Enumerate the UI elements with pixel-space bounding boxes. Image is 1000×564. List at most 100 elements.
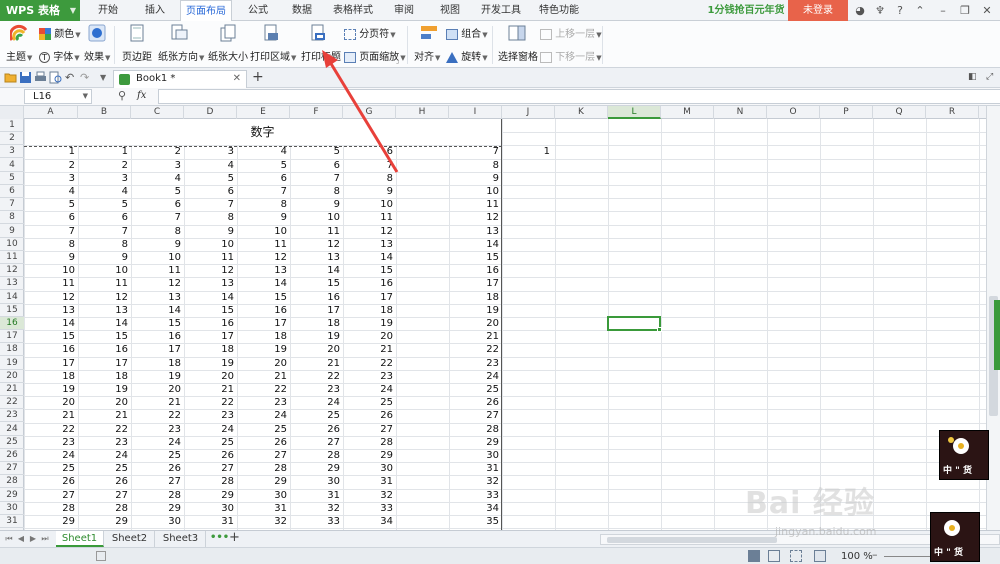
cell-a12[interactable]: 10 [24, 264, 78, 277]
cell-f9[interactable]: 11 [290, 225, 343, 238]
customize-toolbar-icon[interactable]: ▼ [100, 71, 113, 84]
cell-e25[interactable]: 26 [237, 436, 290, 449]
cell-b11[interactable]: 9 [78, 251, 131, 264]
cell-d10[interactable]: 10 [184, 238, 237, 251]
cell-f5[interactable]: 7 [290, 172, 343, 185]
cell-c16[interactable]: 15 [131, 317, 184, 330]
column-header-d[interactable]: D [184, 106, 237, 119]
row-header-26[interactable]: 26 [0, 449, 24, 462]
cell-f24[interactable]: 26 [290, 423, 343, 436]
cell-c25[interactable]: 24 [131, 436, 184, 449]
minimize-icon[interactable]: – [933, 0, 953, 21]
cell-a10[interactable]: 8 [24, 238, 78, 251]
cell-c3[interactable]: 2 [131, 145, 184, 158]
column-header-k[interactable]: K [555, 106, 608, 119]
cell-b18[interactable]: 16 [78, 343, 131, 356]
cell-e12[interactable]: 13 [237, 264, 290, 277]
cell-g25[interactable]: 28 [343, 436, 396, 449]
page-break-button[interactable]: 分页符▼ [344, 25, 396, 40]
select-all-corner[interactable] [0, 106, 24, 119]
theme-button[interactable]: 主题▼ [6, 48, 32, 63]
cell-b26[interactable]: 24 [78, 449, 131, 462]
cell-f29[interactable]: 31 [290, 489, 343, 502]
print-area-button[interactable]: 打印区域▼ [250, 48, 296, 63]
column-header-b[interactable]: B [78, 106, 131, 119]
row-header-4[interactable]: 4 [0, 159, 24, 172]
row-header-22[interactable]: 22 [0, 396, 24, 410]
cell-j3[interactable]: 1 [502, 145, 553, 158]
cell-a7[interactable]: 5 [24, 198, 78, 211]
tab-developer[interactable]: 开发工具 [476, 0, 526, 21]
cell-g23[interactable]: 26 [343, 409, 396, 422]
cell-e26[interactable]: 27 [237, 449, 290, 462]
cell-d6[interactable]: 6 [184, 185, 237, 198]
cell-c13[interactable]: 12 [131, 277, 184, 290]
cell-a20[interactable]: 18 [24, 370, 78, 383]
row-header-31[interactable]: 31 [0, 515, 24, 528]
cell-g10[interactable]: 13 [343, 238, 396, 251]
cell-a11[interactable]: 9 [24, 251, 78, 264]
zoom-search-icon[interactable]: ⚲ [118, 89, 126, 102]
cell-i14[interactable]: 18 [449, 291, 502, 304]
cell-b31[interactable]: 29 [78, 515, 131, 528]
column-header-a[interactable]: A [24, 106, 78, 119]
column-header-r[interactable]: R [926, 106, 979, 119]
cell-d3[interactable]: 3 [184, 145, 237, 158]
column-header-f[interactable]: F [290, 106, 343, 119]
row-header-30[interactable]: 30 [0, 502, 24, 515]
cell-c20[interactable]: 19 [131, 370, 184, 383]
horizontal-scroll-thumb[interactable] [607, 537, 777, 543]
cell-d20[interactable]: 20 [184, 370, 237, 383]
cell-i7[interactable]: 11 [449, 198, 502, 211]
cell-b24[interactable]: 22 [78, 423, 131, 436]
selection-pane-button[interactable]: 选择窗格 [498, 48, 538, 63]
cell-e31[interactable]: 32 [237, 515, 290, 528]
prev-sheet-icon[interactable]: ◀ [16, 533, 26, 545]
cell-i4[interactable]: 8 [449, 159, 502, 172]
cell-c30[interactable]: 29 [131, 502, 184, 515]
cell-b8[interactable]: 6 [78, 211, 131, 224]
cell-b16[interactable]: 14 [78, 317, 131, 330]
row-header-5[interactable]: 5 [0, 172, 24, 185]
row-header-27[interactable]: 27 [0, 462, 24, 476]
cell-e18[interactable]: 19 [237, 343, 290, 356]
cell-e16[interactable]: 17 [237, 317, 290, 330]
cell-i11[interactable]: 15 [449, 251, 502, 264]
row-header-18[interactable]: 18 [0, 343, 24, 357]
cell-e5[interactable]: 6 [237, 172, 290, 185]
cell-g17[interactable]: 20 [343, 330, 396, 343]
cell-g18[interactable]: 21 [343, 343, 396, 356]
side-panel-toggle[interactable] [994, 300, 1000, 370]
cell-g12[interactable]: 15 [343, 264, 396, 277]
cell-c12[interactable]: 11 [131, 264, 184, 277]
cell-i31[interactable]: 35 [449, 515, 502, 528]
cell-g5[interactable]: 8 [343, 172, 396, 185]
cell-f30[interactable]: 32 [290, 502, 343, 515]
cell-b14[interactable]: 12 [78, 291, 131, 304]
cell-b21[interactable]: 19 [78, 383, 131, 396]
cell-i16[interactable]: 20 [449, 317, 502, 330]
cell-e8[interactable]: 9 [237, 211, 290, 224]
cell-i27[interactable]: 31 [449, 462, 502, 475]
cell-e10[interactable]: 11 [237, 238, 290, 251]
page-layout-view-icon[interactable] [768, 550, 780, 562]
column-header-o[interactable]: O [767, 106, 820, 119]
first-sheet-icon[interactable]: ⏮ [4, 533, 14, 545]
cell-b10[interactable]: 8 [78, 238, 131, 251]
cell-g21[interactable]: 24 [343, 383, 396, 396]
cell-a13[interactable]: 11 [24, 277, 78, 290]
effects-button[interactable]: 效果▼ [84, 48, 110, 63]
cell-d24[interactable]: 24 [184, 423, 237, 436]
tab-page-layout[interactable]: 页面布局 [180, 0, 232, 22]
cell-d12[interactable]: 12 [184, 264, 237, 277]
cell-c14[interactable]: 13 [131, 291, 184, 304]
cell-d11[interactable]: 11 [184, 251, 237, 264]
cell-i8[interactable]: 12 [449, 211, 502, 224]
cell-g4[interactable]: 7 [343, 159, 396, 172]
cell-c19[interactable]: 18 [131, 357, 184, 370]
cell-f12[interactable]: 14 [290, 264, 343, 277]
cell-a18[interactable]: 16 [24, 343, 78, 356]
shirt-icon[interactable]: ♆ [870, 0, 890, 21]
paper-size-button[interactable]: 纸张大小 [208, 48, 248, 63]
print-titles-button[interactable]: 打印标题 [301, 48, 341, 63]
